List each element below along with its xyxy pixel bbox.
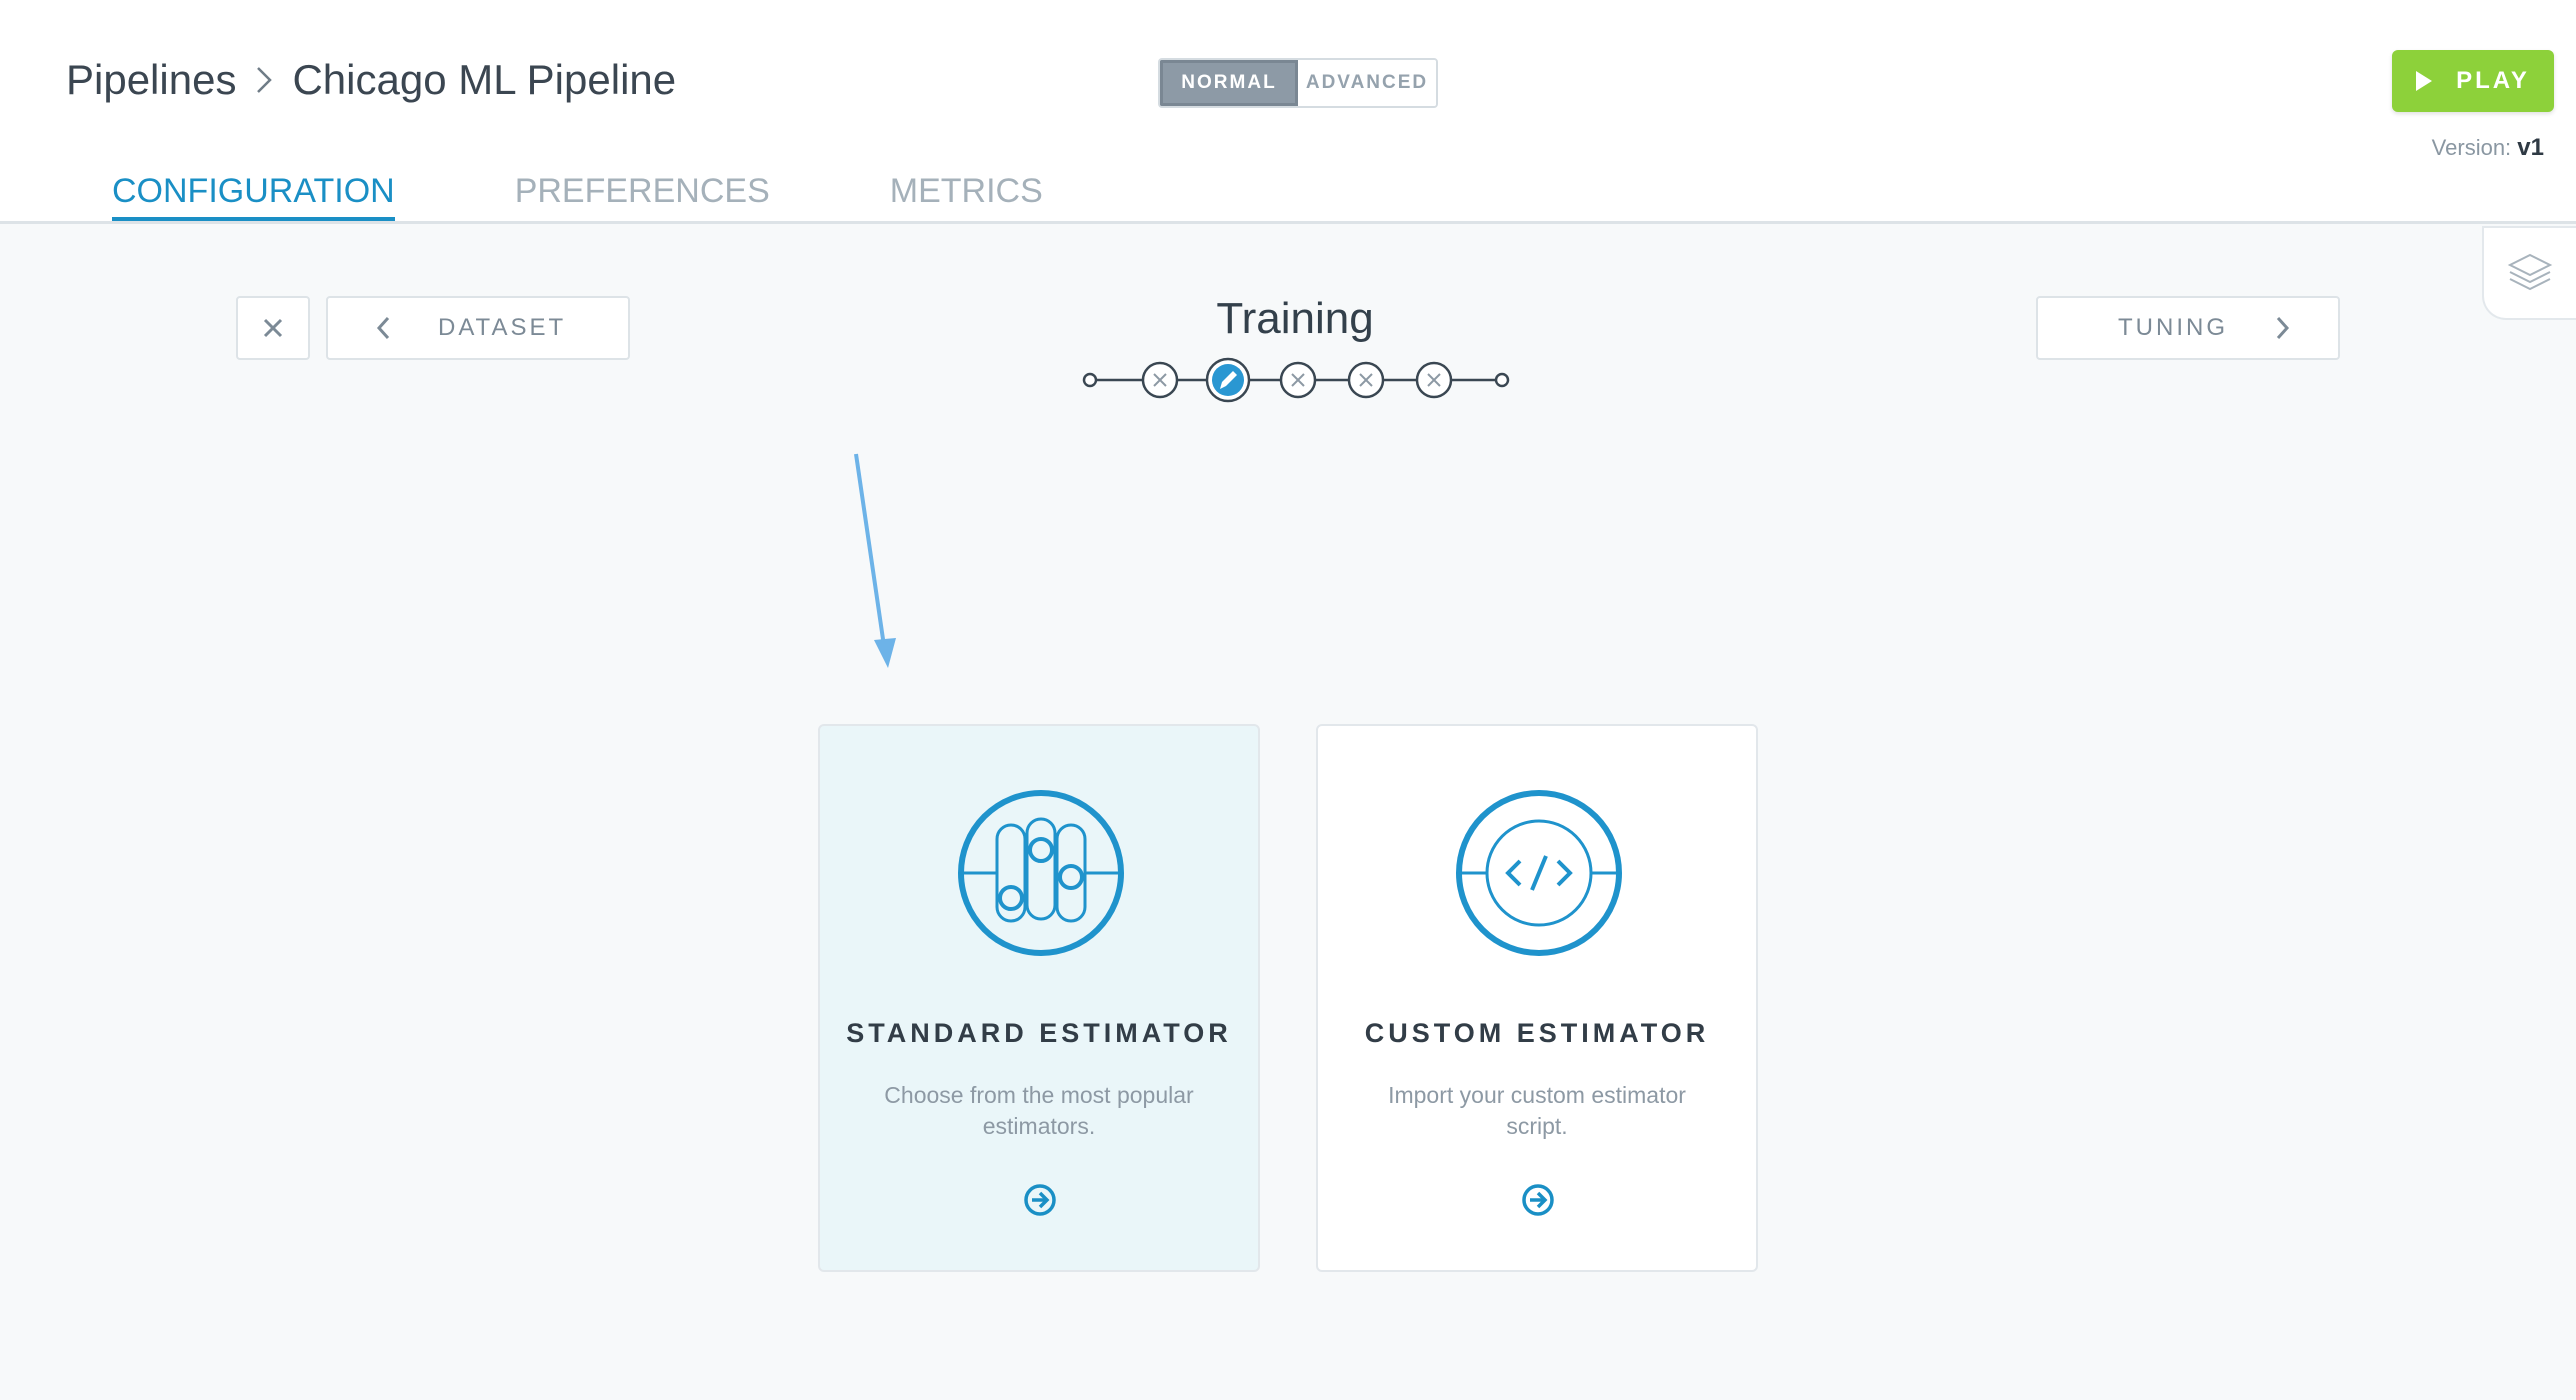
mode-normal-button[interactable]: NORMAL: [1160, 60, 1298, 106]
app-header: Pipelines Chicago ML Pipeline NORMAL ADV…: [0, 0, 2576, 224]
custom-estimator-card[interactable]: CUSTOM ESTIMATOR Import your custom esti…: [1316, 724, 1758, 1272]
layers-panel-toggle[interactable]: [2482, 226, 2576, 320]
chevron-left-icon: [376, 316, 390, 340]
card-description: Import your custom estimator script.: [1388, 1082, 1686, 1139]
play-button-label: PLAY: [2456, 67, 2530, 94]
standard-estimator-card[interactable]: STANDARD ESTIMATOR Choose from the most …: [818, 724, 1260, 1272]
arrow-right-circle-icon[interactable]: [1022, 1182, 1058, 1218]
next-step-button[interactable]: TUNING: [2036, 296, 2340, 360]
previous-step-label: DATASET: [438, 314, 567, 341]
breadcrumb-current: Chicago ML Pipeline: [292, 56, 677, 103]
next-step-label: TUNING: [2118, 314, 2228, 341]
breadcrumb: Pipelines Chicago ML Pipeline: [66, 56, 676, 104]
code-icon: [1456, 790, 1622, 956]
tab-configuration[interactable]: CONFIGURATION: [112, 172, 395, 221]
layers-icon: [2507, 253, 2553, 291]
annotation-arrow: [854, 453, 896, 668]
close-icon: [263, 318, 283, 338]
card-description: Choose from the most popular estimators.: [884, 1082, 1194, 1139]
close-button[interactable]: [236, 296, 310, 360]
play-button[interactable]: PLAY: [2392, 50, 2554, 112]
step-node[interactable]: [1347, 361, 1385, 399]
play-icon: [2416, 71, 2433, 91]
card-title: CUSTOM ESTIMATOR: [1364, 1018, 1710, 1048]
breadcrumb-root[interactable]: Pipelines: [66, 56, 236, 104]
tab-metrics[interactable]: METRICS: [890, 172, 1043, 221]
step-node[interactable]: [1279, 361, 1317, 399]
step-node[interactable]: [1141, 361, 1179, 399]
version-indicator: Version: v1: [2432, 134, 2544, 162]
card-title: STANDARD ESTIMATOR: [846, 1018, 1232, 1048]
tab-preferences[interactable]: PREFERENCES: [515, 172, 770, 221]
version-label: Version:: [2431, 135, 2512, 160]
mode-advanced-button[interactable]: ADVANCED: [1298, 60, 1436, 106]
sliders-icon: [958, 790, 1124, 956]
previous-step-button[interactable]: DATASET: [326, 296, 630, 360]
step-title: Training: [1216, 294, 1374, 343]
mode-toggle: NORMAL ADVANCED: [1158, 58, 1438, 108]
chevron-right-icon: [257, 67, 273, 93]
step-node[interactable]: [1415, 361, 1453, 399]
chevron-right-icon: [2276, 316, 2290, 340]
step-node-active[interactable]: [1205, 357, 1251, 403]
version-value: v1: [2517, 134, 2544, 161]
step-progress: [1082, 357, 1510, 403]
arrow-right-circle-icon[interactable]: [1520, 1182, 1556, 1218]
tab-bar: CONFIGURATION PREFERENCES METRICS: [112, 172, 1163, 221]
